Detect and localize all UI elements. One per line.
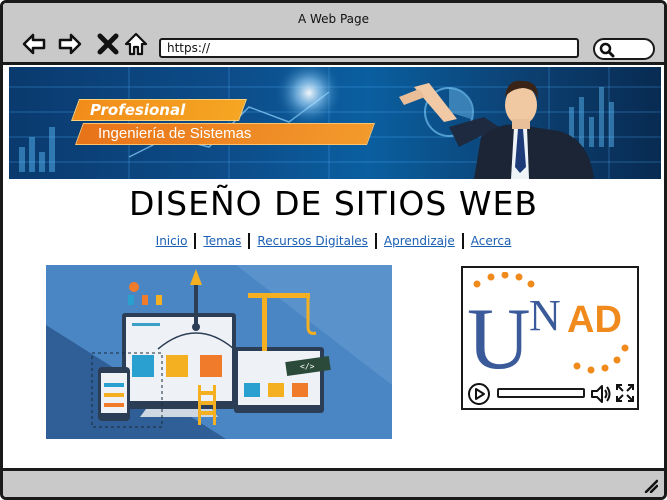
- logo-letters-ad: AD: [567, 299, 622, 341]
- search-icon: [599, 42, 615, 58]
- unad-logo: U N AD: [467, 271, 633, 388]
- nav-link-temas[interactable]: Temas: [198, 234, 246, 248]
- nav-divider: [194, 233, 197, 249]
- nav-divider: [248, 233, 251, 249]
- nav-link-aprendizaje[interactable]: Aprendizaje: [379, 234, 460, 248]
- video-controls: [463, 380, 637, 408]
- volume-icon[interactable]: [589, 382, 613, 406]
- home-icon[interactable]: [123, 31, 149, 57]
- window-title: A Web Page: [297, 12, 370, 26]
- nav-divider: [374, 233, 377, 249]
- header-banner: Profesional Ingeniería de Sistemas: [9, 67, 661, 179]
- logo-letter-u: U: [467, 291, 531, 378]
- resize-grip-icon[interactable]: [642, 477, 658, 493]
- fullscreen-icon[interactable]: [615, 383, 635, 403]
- search-box[interactable]: [593, 38, 655, 60]
- video-progress-bar[interactable]: [497, 388, 585, 398]
- svg-text:</>: </>: [300, 362, 315, 371]
- nav-link-acerca[interactable]: Acerca: [466, 234, 517, 248]
- close-x-icon[interactable]: [95, 31, 121, 57]
- browser-window: A Web Page https:// Profesional Ingenier…: [0, 0, 667, 500]
- video-player[interactable]: U N AD: [461, 266, 639, 410]
- page-title: DISEÑO DE SITIOS WEB: [129, 184, 538, 223]
- logo-letter-n: N: [529, 291, 561, 340]
- nav-link-inicio[interactable]: Inicio: [151, 234, 193, 248]
- forward-arrow-icon[interactable]: [57, 31, 83, 57]
- banner-businessman-image: [399, 80, 594, 179]
- nav-divider: [461, 233, 464, 249]
- browser-statusbar: [3, 468, 664, 497]
- web-design-illustration: </>: [46, 265, 392, 439]
- banner-line2: Ingeniería de Sistemas: [98, 125, 252, 142]
- back-arrow-icon[interactable]: [21, 31, 47, 57]
- banner-label-program: Ingeniería de Sistemas: [74, 123, 376, 145]
- url-input[interactable]: https://: [159, 38, 579, 58]
- banner-label-profesional: Profesional: [70, 99, 248, 121]
- main-navigation: Inicio Temas Recursos Digitales Aprendizaje…: [3, 233, 664, 249]
- play-icon[interactable]: [467, 382, 491, 406]
- banner-line1: Profesional: [90, 101, 186, 119]
- nav-link-recursos-digitales[interactable]: Recursos Digitales: [252, 234, 373, 248]
- browser-titlebar: A Web Page https://: [3, 3, 664, 65]
